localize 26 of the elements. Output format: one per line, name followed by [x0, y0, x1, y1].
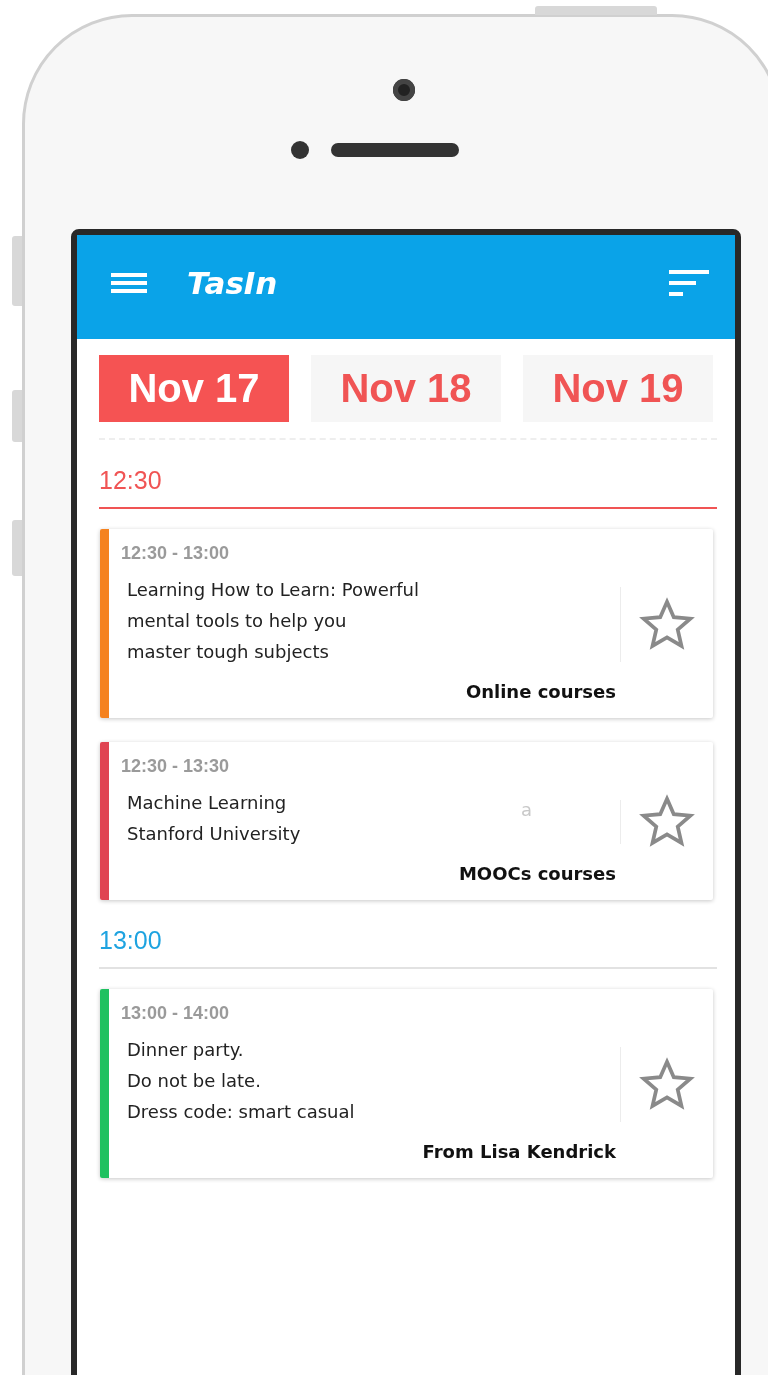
star-icon[interactable]: [639, 793, 695, 849]
event-time: 12:30 - 13:00: [121, 543, 231, 564]
event-source: MOOCs courses: [457, 863, 616, 884]
event-text: Dress code: smart casual: [127, 1100, 355, 1124]
star-icon[interactable]: [639, 1055, 695, 1112]
phone-camera: [393, 79, 415, 101]
sort-icon[interactable]: [669, 270, 709, 296]
phone-sensor: [291, 141, 309, 159]
event-time: 13:00 - 14:00: [121, 1003, 231, 1024]
event-text: Dinner party.: [127, 1038, 244, 1062]
star-icon[interactable]: [639, 595, 695, 652]
event-card[interactable]: 12:30 - 13:00 Learning How to Learn: Powerful mental tools to help you master tough subjects Online courses: [100, 529, 713, 718]
event-text: Learning How to Learn: Powerful: [127, 578, 419, 602]
app-title: TasIn: [187, 265, 279, 301]
event-text: master tough subjects: [127, 640, 329, 664]
event-text: Stanford University: [127, 822, 301, 846]
menu-icon[interactable]: [111, 273, 147, 293]
event-source: Online courses: [464, 681, 616, 702]
event-card[interactable]: 13:00 - 14:00 Dinner party. Do not be late. Dress code: smart casual From Lisa Kendrick: [100, 989, 713, 1178]
event-time: 12:30 - 13:30: [121, 756, 231, 777]
event-source: From Lisa Kendrick: [421, 1141, 616, 1162]
event-text: mental tools to help you: [127, 609, 347, 633]
event-text: Do not be late.: [127, 1069, 261, 1093]
time-heading: 12:30: [99, 466, 163, 495]
time-heading: 13:00: [99, 926, 163, 955]
event-text: Machine Learning: [127, 791, 287, 815]
